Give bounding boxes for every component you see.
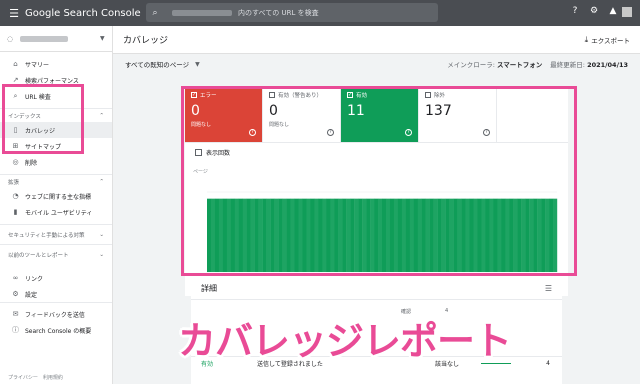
search-placeholder: 内のすべての URL を検査 bbox=[238, 8, 319, 17]
filter-icon[interactable]: ☰ bbox=[545, 284, 552, 293]
feedback-icon: ✉ bbox=[12, 310, 19, 318]
section-legacy-tools[interactable]: 以前のツールとレポート ⌄ bbox=[0, 244, 112, 264]
sidebar-item-label: 削除 bbox=[25, 159, 38, 167]
sidebar-item-mobile-usability[interactable]: ▮ モバイル ユーザビリティ bbox=[0, 204, 112, 220]
chevron-down-icon: ⌄ bbox=[99, 251, 104, 258]
trend-icon: ↗ bbox=[12, 76, 19, 84]
home-icon: ⌂ bbox=[13, 60, 18, 68]
sidebar-item-feedback[interactable]: ✉ フィードバックを送信 bbox=[0, 306, 112, 322]
url-inspect-search[interactable]: ⌕ 内のすべての URL を検査 bbox=[146, 3, 438, 22]
details-title: 詳細 bbox=[201, 284, 217, 293]
sidebar-item-label: モバイル ユーザビリティ bbox=[25, 209, 93, 217]
menu-icon[interactable]: ☰ bbox=[3, 7, 25, 20]
crawler-label: メインクローラ: bbox=[447, 61, 495, 69]
section-security[interactable]: セキュリティと手動による対策 ⌄ bbox=[0, 224, 112, 244]
settings-icon[interactable]: ⚙ bbox=[589, 6, 599, 16]
sidebar-item-label: Search Console の概要 bbox=[25, 327, 92, 335]
footer-links[interactable]: プライバシー 利用規約 bbox=[8, 374, 63, 381]
chevron-up-icon: ⌃ bbox=[99, 112, 104, 119]
overlay-caption: カバレッジレポート bbox=[178, 319, 512, 363]
updated-value: 2021/04/13 bbox=[587, 61, 628, 69]
avatar[interactable] bbox=[622, 7, 632, 17]
page-scope-dropdown[interactable]: すべての既知のページ bbox=[125, 59, 189, 69]
search-icon: ⌕ bbox=[152, 7, 158, 18]
section-label: セキュリティと手動による対策 bbox=[8, 232, 85, 239]
top-app-bar: ☰ Google Search Console ⌕ 内のすべての URL を検査… bbox=[0, 0, 640, 26]
gauge-icon: ◔ bbox=[12, 192, 19, 200]
bell-icon[interactable]: ▲ bbox=[608, 6, 618, 16]
filter-row: すべての既知のページ ▼ メインクローラ: スマートフォン 最終更新日: 202… bbox=[113, 54, 640, 74]
chevron-down-icon[interactable]: ▼ bbox=[195, 61, 200, 68]
sidebar-item-removals[interactable]: ◎ 削除 bbox=[0, 154, 112, 170]
gear-icon: ⚙ bbox=[12, 290, 19, 298]
app-title: Google Search Console bbox=[25, 7, 141, 19]
sidebar-item-label: サマリー bbox=[25, 61, 50, 69]
crawler-value: スマートフォン bbox=[496, 61, 543, 69]
sidebar-item-label: フィードバックを送信 bbox=[25, 311, 85, 319]
details-header: 詳細 ☰ bbox=[191, 278, 562, 300]
help-icon[interactable]: ? bbox=[570, 6, 580, 16]
updated-label: 最終更新日: bbox=[550, 61, 585, 69]
link-icon: ∞ bbox=[12, 274, 19, 282]
eye-off-icon: ◎ bbox=[12, 158, 19, 166]
sidebar-item-label: 設定 bbox=[25, 291, 38, 299]
sidebar-item-summary[interactable]: ⌂ サマリー bbox=[0, 56, 112, 72]
sidebar-item-label: ウェブに関する主な指標 bbox=[25, 193, 92, 201]
phone-icon: ▮ bbox=[13, 208, 18, 216]
page-header: カバレッジ ⤓ エクスポート bbox=[113, 26, 640, 54]
highlight-frame-index bbox=[2, 84, 84, 154]
info-icon: ⓘ bbox=[12, 326, 19, 334]
globe-icon: ◌ bbox=[7, 34, 14, 43]
highlight-frame-coverage bbox=[181, 86, 577, 276]
chevron-up-icon: ⌃ bbox=[99, 178, 104, 185]
chevron-down-icon: ⌄ bbox=[99, 231, 104, 238]
property-selector[interactable]: ◌ ▼ bbox=[0, 26, 112, 52]
section-enhancements[interactable]: 拡張 ⌃ bbox=[0, 174, 112, 188]
sidebar-item-core-web-vitals[interactable]: ◔ ウェブに関する主な指標 bbox=[0, 188, 112, 204]
row-pages: 4 bbox=[546, 360, 550, 367]
crawler-info: メインクローラ: スマートフォン bbox=[447, 59, 542, 69]
chevron-down-icon: ▼ bbox=[100, 35, 105, 42]
blurred-property-name bbox=[20, 35, 68, 42]
download-icon: ⤓ bbox=[584, 34, 589, 44]
sidebar-item-label: リンク bbox=[25, 275, 44, 283]
export-button[interactable]: ⤓ エクスポート bbox=[585, 35, 630, 45]
section-label: 以前のツールとレポート bbox=[8, 252, 69, 259]
last-updated: 最終更新日: 2021/04/13 bbox=[550, 59, 628, 69]
blurred-property-url bbox=[172, 9, 232, 16]
page-title: カバレッジ bbox=[123, 36, 169, 46]
sidebar-item-links[interactable]: ∞ リンク bbox=[0, 270, 112, 286]
sidebar-item-about[interactable]: ⓘ Search Console の概要 bbox=[0, 322, 112, 338]
export-label: エクスポート bbox=[591, 36, 630, 45]
section-label: 拡張 bbox=[8, 179, 20, 186]
sidebar-item-settings[interactable]: ⚙ 設定 bbox=[0, 286, 112, 302]
sidebar: ◌ ▼ ⌂ サマリー ↗ 検索パフォーマンス ⌕ URL 検査 インデックス ⌃… bbox=[0, 26, 113, 384]
